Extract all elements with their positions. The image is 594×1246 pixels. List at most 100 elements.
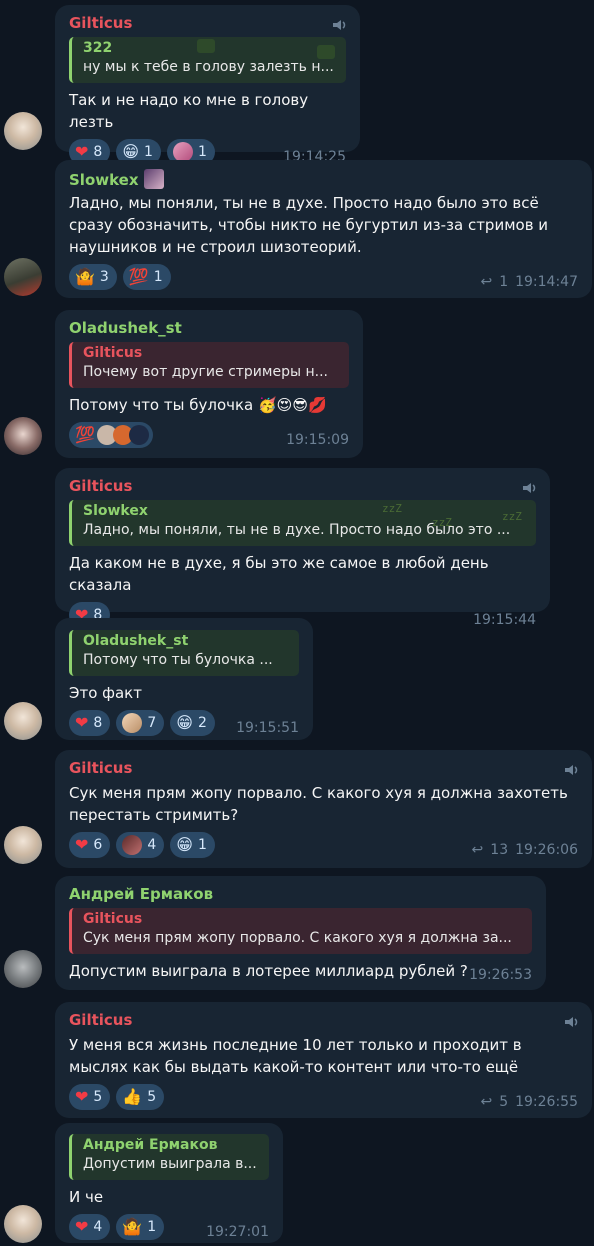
message-text: Сук меня прям жопу порвало. С какого хуя…: [69, 784, 568, 824]
shrug-emoji-icon: 🤷: [75, 267, 95, 286]
reaction-count: 8: [93, 715, 103, 731]
reaction-count: 4: [147, 837, 157, 853]
message-footer: 💯 19:15:09: [69, 422, 349, 450]
message-footer: ❤ 8 7 😁 2 19:15:51: [69, 710, 299, 738]
reaction-heart[interactable]: ❤ 6: [69, 832, 111, 858]
message-time: 19:27:01: [206, 1224, 269, 1240]
reaction-heart[interactable]: ❤ 8: [69, 710, 111, 736]
reaction-count: 1: [197, 144, 207, 160]
reactions-bar: ❤ 8 7 😁 2: [69, 710, 215, 736]
reaction-count: 4: [93, 1219, 103, 1235]
message-text: Это факт: [69, 684, 142, 702]
reply-quote[interactable]: Gilticus Почему вот другие стримеры н...: [69, 342, 349, 388]
reply-author: Slowkex: [83, 503, 148, 519]
avatar[interactable]: [4, 258, 42, 296]
reply-quote[interactable]: 322 ну мы к тебе в голову залезть н...: [69, 37, 346, 83]
reaction-avatar[interactable]: 4: [116, 832, 165, 858]
reaction-hundred[interactable]: 💯 1: [122, 264, 171, 290]
sender-name[interactable]: Gilticus: [69, 1011, 578, 1031]
reactions-bar: ❤ 6 4 😁 1: [69, 832, 215, 858]
sender-name[interactable]: Gilticus: [69, 14, 346, 34]
reaction-count: 1: [147, 1219, 157, 1235]
message-time: 19:26:06: [515, 842, 578, 858]
reply-author: Gilticus: [83, 345, 143, 361]
avatar[interactable]: [4, 950, 42, 988]
reaction-heart[interactable]: ❤ 5: [69, 1084, 111, 1110]
reaction-shrug[interactable]: 🤷 1: [116, 1214, 165, 1240]
message-bubble[interactable]: Андрей Ермаков Допустим выиграла в... И …: [55, 1123, 283, 1243]
message-meta[interactable]: ↩ 1 19:14:47: [480, 274, 578, 290]
grin-emoji-icon: 😁: [122, 142, 140, 161]
message-time: 19:15:09: [286, 432, 349, 448]
sender-name[interactable]: Gilticus: [69, 477, 536, 497]
sender-name[interactable]: Gilticus: [69, 759, 578, 779]
reply-quote[interactable]: Oladushek_st Потому что ты булочка ...: [69, 630, 299, 676]
pattern-zzz-icon: zzZ: [502, 510, 522, 523]
sender-emoji-badge: [143, 169, 164, 189]
message-bubble[interactable]: Gilticus zzZ zzZ zzZ Slowkex Ладно, мы п…: [55, 468, 550, 628]
pattern-zzz-icon: zzZ: [382, 502, 402, 515]
message-bubble[interactable]: Oladushek_st Gilticus Почему вот другие …: [55, 310, 363, 458]
forward-icon[interactable]: [564, 764, 578, 776]
reply-quote[interactable]: Андрей Ермаков Допустим выиграла в...: [69, 1134, 269, 1180]
reaction-count: 1: [153, 269, 163, 285]
reply-author: Андрей Ермаков: [83, 1137, 218, 1153]
reaction-hundred[interactable]: 💯: [69, 422, 153, 448]
message-footer: ❤ 4 🤷 1 19:27:01: [69, 1214, 269, 1242]
message-bubble[interactable]: Oladushek_st Потому что ты булочка ... Э…: [55, 618, 313, 740]
reply-quote[interactable]: Gilticus Сук меня прям жопу порвало. С к…: [69, 908, 532, 954]
reaction-count: 8: [93, 144, 103, 160]
avatar[interactable]: [4, 826, 42, 864]
reaction-count: 6: [93, 837, 103, 853]
avatar[interactable]: [4, 417, 42, 455]
message-bubble[interactable]: Gilticus Сук меня прям жопу порвало. С к…: [55, 750, 592, 868]
sender-name[interactable]: Андрей Ермаков: [69, 885, 532, 905]
reaction-count: 1: [144, 144, 153, 160]
avatar[interactable]: [4, 1205, 42, 1243]
message-meta: 19:15:51: [236, 720, 299, 736]
message-text: Потому что ты булочка 🥳😍😎💋: [69, 396, 327, 414]
user-avatar-reaction: [122, 835, 143, 855]
reaction-thumbs-up[interactable]: 👍 5: [116, 1084, 165, 1110]
reaction-heart[interactable]: ❤ 4: [69, 1214, 111, 1240]
message-text: И че: [69, 1188, 104, 1206]
message-meta[interactable]: ↩ 5 19:26:55: [480, 1094, 578, 1110]
message-bubble[interactable]: Gilticus 322 ну мы к тебе в голову залез…: [55, 5, 360, 165]
message-meta: 19:15:44: [473, 612, 536, 628]
forward-icon[interactable]: [522, 482, 536, 494]
reaction-grin[interactable]: 😁 2: [170, 710, 215, 736]
message-footer: ❤ 5 👍 5 ↩ 5 19:26:55: [69, 1084, 578, 1112]
reaction-avatar[interactable]: 7: [116, 710, 165, 736]
heart-icon: ❤: [75, 1087, 89, 1106]
hundred-emoji-icon: 💯: [75, 425, 95, 444]
forward-icon[interactable]: [332, 19, 346, 31]
reaction-count: 3: [99, 269, 109, 285]
reactions-bar: 🤷 3 💯 1: [69, 264, 171, 290]
reaction-count: 5: [147, 1089, 157, 1105]
reply-text: Потому что ты булочка ...: [83, 652, 273, 668]
message-text: У меня вся жизнь последние 10 лет только…: [69, 1036, 522, 1076]
reaction-shrug[interactable]: 🤷 3: [69, 264, 117, 290]
message-bubble[interactable]: Slowkex Ладно, мы поняли, ты не в духе. …: [55, 160, 592, 298]
message-meta: 19:27:01: [206, 1224, 269, 1240]
sender-name[interactable]: Oladushek_st: [69, 319, 349, 339]
message-meta[interactable]: ↩ 13 19:26:06: [472, 842, 578, 858]
forward-icon[interactable]: [564, 1016, 578, 1028]
reply-text: Ладно, мы поняли, ты не в духе. Просто н…: [83, 522, 511, 538]
reactions-bar: ❤ 4 🤷 1: [69, 1214, 165, 1240]
reaction-grin[interactable]: 😁 1: [170, 832, 215, 858]
pattern-cat-icon: [317, 45, 335, 59]
message-bubble[interactable]: Андрей Ермаков Gilticus Сук меня прям жо…: [55, 876, 546, 990]
avatar[interactable]: [4, 112, 42, 150]
avatar[interactable]: [4, 702, 42, 740]
message-time: 19:15:51: [236, 720, 299, 736]
user-avatar-reaction: [172, 142, 193, 162]
grin-emoji-icon: 😁: [176, 835, 193, 854]
message-text: Ладно, мы поняли, ты не в духе. Просто н…: [69, 194, 549, 256]
reaction-count: 1: [197, 837, 207, 853]
sender-name[interactable]: Slowkex: [69, 169, 578, 189]
message-bubble[interactable]: Gilticus У меня вся жизнь последние 10 л…: [55, 1002, 592, 1118]
reply-quote[interactable]: zzZ zzZ zzZ Slowkex Ладно, мы поняли, ты…: [69, 500, 536, 546]
pattern-zzz-icon: zzZ: [432, 516, 452, 529]
message-footer: ❤ 6 4 😁 1 ↩ 13 19:26:06: [69, 832, 578, 860]
